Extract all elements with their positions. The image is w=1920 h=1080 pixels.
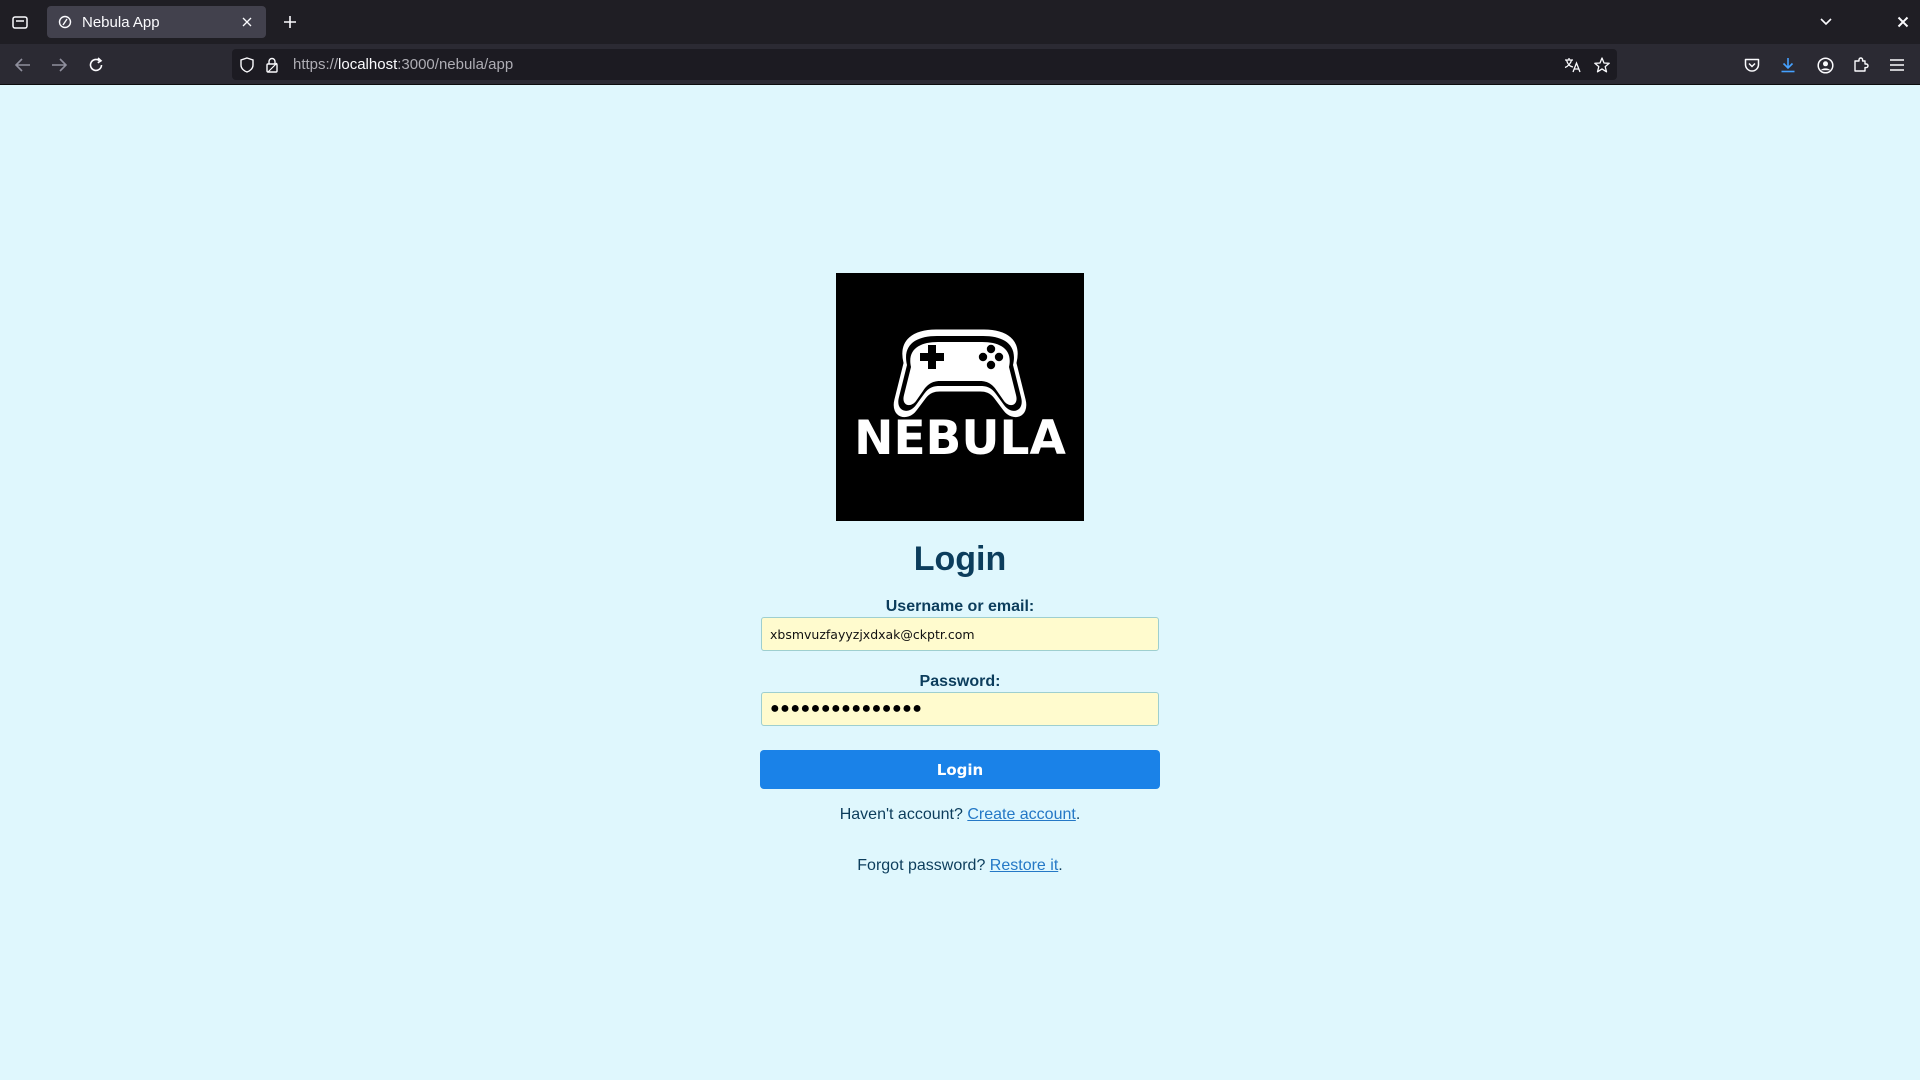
login-button[interactable]: Login [760, 750, 1160, 789]
download-icon[interactable] [1777, 54, 1799, 76]
star-icon[interactable] [1593, 56, 1611, 74]
url-path: :3000/nebula/app [397, 56, 514, 73]
favicon-icon [57, 14, 73, 30]
address-bar[interactable]: https://localhost:3000/nebula/app [232, 49, 1617, 80]
close-tab-icon[interactable] [238, 13, 256, 31]
username-input[interactable] [761, 617, 1159, 651]
puzzle-icon[interactable] [1850, 54, 1872, 76]
account-icon[interactable] [1814, 54, 1836, 76]
page-content: NEBULA Login Username or email: Password… [0, 86, 1920, 1080]
password-input[interactable] [761, 692, 1159, 726]
tab-nebula-app[interactable]: Nebula App [47, 6, 266, 38]
pocket-icon[interactable] [1741, 54, 1763, 76]
hamburger-menu-icon[interactable] [1886, 54, 1908, 76]
signup-prompt: Haven't account? Create account. [760, 806, 1160, 824]
restore-password-link[interactable]: Restore it [990, 857, 1058, 874]
create-account-link[interactable]: Create account [967, 806, 1076, 823]
reload-icon[interactable] [85, 54, 107, 76]
logo-wordmark: NEBULA [854, 411, 1066, 466]
window-close-icon[interactable] [1893, 12, 1913, 32]
list-all-tabs-icon[interactable] [10, 12, 30, 32]
signup-period: . [1075, 806, 1081, 823]
page-title: Login [913, 540, 1007, 578]
arrow-left-icon[interactable] [12, 54, 34, 76]
signup-prompt-text: Haven't account? [839, 806, 963, 823]
translate-icon[interactable] [1564, 56, 1582, 74]
shield-icon[interactable] [238, 56, 256, 74]
new-tab-plus-icon[interactable] [280, 12, 300, 32]
forgot-prompt-text: Forgot password? [857, 857, 986, 874]
forgot-period: . [1058, 857, 1063, 874]
username-label: Username or email: [885, 598, 1035, 615]
url-host: localhost [338, 56, 398, 73]
lock-icon[interactable] [263, 56, 281, 74]
url-scheme: https:// [293, 56, 339, 73]
arrow-right-icon[interactable] [48, 54, 70, 76]
chevron-down-icon[interactable] [1816, 12, 1836, 32]
navigation-toolbar: https://localhost:3000/nebula/app [0, 44, 1920, 85]
url-text[interactable]: https://localhost:3000/nebula/app [293, 56, 513, 73]
gamepad-icon [890, 326, 1030, 421]
tab-strip: Nebula App [0, 0, 1920, 44]
forgot-password-prompt: Forgot password? Restore it. [760, 857, 1160, 875]
password-label: Password: [919, 673, 1001, 690]
nebula-logo: NEBULA [836, 273, 1084, 521]
tab-title: Nebula App [82, 13, 160, 31]
